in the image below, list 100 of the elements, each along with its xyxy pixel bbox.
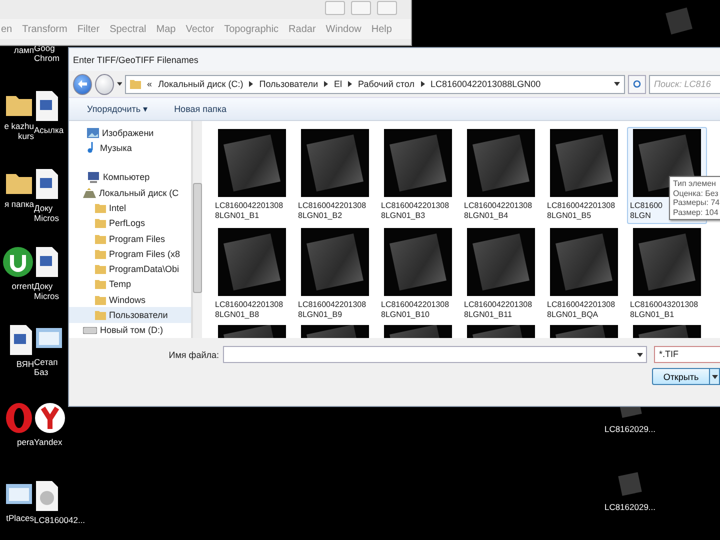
nav-item[interactable]: Компьютер — [69, 170, 191, 185]
maximize-button[interactable] — [351, 1, 371, 15]
nav-item[interactable]: ProgramData\Obi — [69, 262, 191, 277]
desktop-icon-label[interactable]: LC8162029... — [604, 502, 656, 512]
chevron-icon — [324, 81, 328, 87]
file-thumbnail[interactable]: LC8160042201308 8LGN01_B9 — [295, 226, 375, 323]
file-thumbnail[interactable]: LC8160042201308 8LGN01_B4 — [461, 127, 541, 224]
breadcrumb[interactable]: Рабочий стол — [358, 79, 414, 89]
close-button[interactable] — [377, 1, 397, 15]
satellite-image-icon — [615, 469, 645, 499]
caret-icon — [712, 374, 718, 378]
nav-item[interactable]: Изображени — [69, 125, 191, 140]
file-name: LC8160042201308 8LGN01_B5 — [546, 201, 616, 221]
folder-icon — [95, 310, 106, 320]
file-thumbnail[interactable]: LC8160042201308 8LGN01_B2 — [295, 127, 375, 224]
folder-icon — [95, 248, 106, 259]
file-name: LC8160042201308 8LGN01_B4 — [463, 201, 532, 221]
scrollbar[interactable] — [192, 121, 202, 338]
desktop-icon-label[interactable]: Асылка — [34, 125, 64, 135]
file-thumbnail[interactable]: LC8160042201308 8LGN01_B8 — [212, 226, 292, 323]
file-thumbnail[interactable]: LC8160042201308 8LGN01_B10 — [378, 226, 458, 323]
image-thumbnail — [467, 228, 535, 296]
image-thumbnail — [550, 228, 618, 296]
breadcrumb[interactable]: « — [147, 79, 152, 89]
folder-icon — [130, 79, 142, 89]
desktop-icon-label[interactable]: LC8160042... — [34, 515, 86, 525]
image-thumbnail — [301, 228, 369, 296]
file-thumbnail[interactable]: LC8160042201308 8LGN01_B3 — [378, 127, 458, 224]
filename-label: Имя файла: — [168, 350, 219, 360]
nav-item[interactable]: Program Files — [69, 230, 191, 246]
nav-item[interactable]: Пользователи — [69, 307, 191, 323]
desktop-icon-label[interactable]: Сетап Баз — [34, 357, 58, 377]
media-file-icon — [34, 480, 60, 512]
file-name: LC8160042201308 8LGN01_B2 — [297, 201, 366, 221]
nav-item[interactable]: PerfLogs — [69, 216, 191, 231]
refresh-button[interactable] — [628, 74, 646, 94]
file-name: LC8160042201308 8LGN01_B8 — [214, 300, 284, 320]
breadcrumb[interactable]: Локальный диск (C:) — [158, 79, 244, 89]
file-name: LC8160042201308 8LGN01_BQA — [546, 300, 616, 320]
history-caret-icon — [116, 82, 122, 86]
computer-icon — [87, 172, 100, 183]
desktop-icon-label[interactable]: e kazhu kurs — [4, 121, 34, 141]
file-thumbnail[interactable]: LC8160043201308 8LGN01_B1 — [627, 226, 707, 323]
desktop-icon-label[interactable]: я папка — [4, 199, 34, 209]
desktop-icon-label[interactable]: LC8162029... — [604, 424, 656, 434]
desktop-icon-label[interactable]: tPlaces — [6, 513, 34, 523]
file-thumbnail[interactable]: LC8160042201308 8LGN01_B5 — [544, 127, 624, 224]
image-thumbnail — [550, 129, 618, 197]
forward-button[interactable] — [94, 74, 114, 94]
open-button[interactable]: Открыть — [652, 368, 710, 385]
opera-logo-icon — [4, 402, 34, 434]
file-name: LC81600 8LGN — [629, 201, 662, 221]
toolbar-button[interactable]: Новая папка — [172, 102, 229, 116]
desktop-icon-label[interactable]: ламп — [14, 45, 34, 55]
nav-item[interactable]: Локальный диск (C — [69, 184, 191, 200]
document-icon — [8, 324, 34, 356]
desktop-icon-label[interactable]: Доку Micros — [34, 203, 60, 223]
image-thumbnail — [384, 228, 452, 296]
nav-item[interactable]: Temp — [69, 276, 191, 292]
desktop-icon-label[interactable]: orrent — [12, 281, 34, 291]
minimize-button[interactable] — [325, 1, 345, 15]
document-icon — [34, 246, 60, 278]
folder-icon — [95, 264, 106, 274]
file-thumbnail[interactable]: LC8160042201308 8LGN01_B11 — [461, 226, 541, 323]
address-bar[interactable]: « Локальный диск (C:) Пользователи El Рабочий стол LC81600422013088LGN00 — [125, 74, 626, 94]
search-field[interactable]: Поиск: LC816 — [649, 74, 720, 94]
breadcrumb[interactable]: Пользователи — [259, 79, 318, 89]
nav-item[interactable]: Музыка — [69, 140, 191, 156]
image-thumbnail — [301, 129, 369, 197]
breadcrumb[interactable]: LC81600422013088LGN00 — [430, 79, 541, 89]
open-options-button[interactable] — [710, 368, 720, 385]
folder-icon — [95, 202, 106, 213]
nav-item[interactable]: Новый том (D:) — [69, 322, 191, 338]
image-thumbnail — [384, 129, 452, 197]
back-arrow-icon — [78, 80, 87, 88]
file-thumbnail[interactable]: LC8160042201308 8LGN01_B1 — [212, 127, 292, 224]
breadcrumb[interactable]: El — [334, 79, 342, 89]
caret-icon — [637, 352, 643, 356]
desktop-icon-label[interactable]: ВЯН — [16, 359, 34, 369]
nav-item[interactable]: Intel — [69, 200, 191, 216]
file-name: LC8160043201308 8LGN01_B1 — [629, 300, 698, 320]
file-name: LC8160042201308 8LGN01_B1 — [214, 201, 284, 221]
yandex-logo-icon — [34, 402, 66, 434]
folder-icon — [95, 279, 106, 290]
document-icon — [34, 168, 60, 200]
desktop-icon-label[interactable]: pera — [16, 437, 34, 447]
file-name: LC8160042201308 8LGN01_B10 — [380, 300, 450, 320]
file-type-dropdown[interactable]: *.TIF — [654, 346, 720, 363]
chevron-icon — [249, 81, 254, 87]
nav-item[interactable]: Windows — [69, 292, 191, 308]
file-name: LC8160042201308 8LGN01_B9 — [297, 300, 366, 320]
desktop-icon-label[interactable]: Yandex — [34, 437, 62, 447]
file-thumbnail[interactable]: LC8160042201308 8LGN01_BQA — [544, 226, 624, 323]
nav-item[interactable]: Program Files (x8 — [69, 246, 191, 262]
filename-field[interactable] — [223, 346, 647, 363]
image-thumbnail — [633, 228, 701, 296]
desktop-icon-label[interactable]: Доку Micros — [34, 281, 60, 301]
back-button[interactable] — [73, 74, 92, 94]
toolbar-button[interactable]: Упорядочить ▾ — [85, 102, 150, 116]
document-icon — [34, 90, 60, 122]
